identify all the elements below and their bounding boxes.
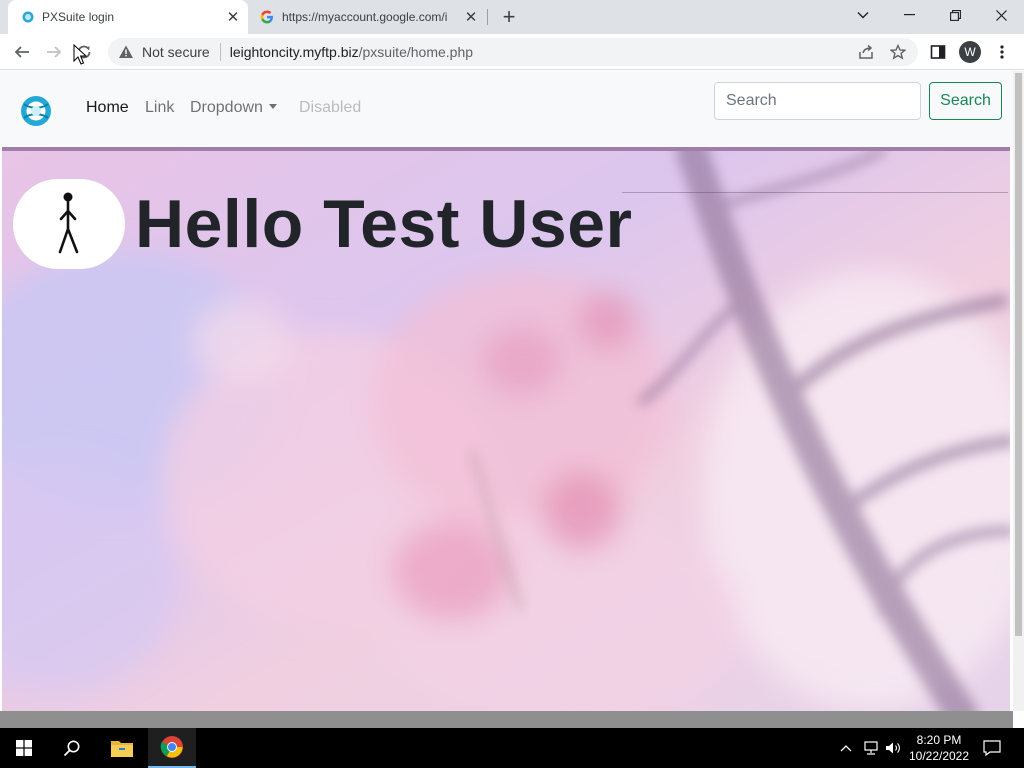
search-button[interactable]: Search	[929, 82, 1002, 120]
page-bottom-bar	[0, 711, 1013, 728]
chevron-up-icon[interactable]	[836, 728, 856, 768]
avatar	[13, 179, 125, 269]
search-input[interactable]	[714, 82, 921, 120]
network-icon[interactable]	[860, 728, 882, 768]
kebab-menu-icon[interactable]	[992, 42, 1012, 62]
system-clock[interactable]: 8:20 PM 10/22/2022	[902, 730, 976, 766]
page-title: Hello Test User	[135, 186, 633, 262]
tab-title: PXSuite login	[42, 10, 115, 24]
close-tab-icon[interactable]: ✕	[222, 6, 244, 28]
address-bar[interactable]: Not secure leightoncity.myftp.biz/pxsuit…	[108, 38, 918, 66]
new-tab-button[interactable]: +	[497, 4, 521, 29]
nav-link-disabled: Disabled	[299, 99, 362, 116]
volume-icon[interactable]	[882, 728, 904, 768]
bookmark-star-icon[interactable]	[888, 42, 908, 62]
page-bottom-corner	[1013, 711, 1024, 728]
tab-title: https://myaccount.google.com/i	[282, 10, 448, 24]
omnibox-separator	[219, 43, 221, 61]
warning-triangle-icon[interactable]	[118, 44, 134, 60]
side-panel-icon[interactable]	[928, 42, 948, 62]
caret-down-icon	[268, 104, 277, 109]
nav-link-link[interactable]: Link	[145, 99, 174, 117]
clock-date: 10/22/2022	[908, 749, 970, 763]
tab-google-account[interactable]: https://myaccount.google.com/i ✕	[250, 0, 486, 34]
search-icon[interactable]	[48, 728, 96, 768]
restore-icon[interactable]	[932, 0, 978, 30]
minimize-icon[interactable]	[886, 0, 932, 30]
web-page: Home Link Dropdown Disabled Search Searc…	[0, 71, 1013, 711]
windows-taskbar: 8:20 PM 10/22/2022	[0, 728, 1024, 768]
nav-dropdown-toggle[interactable]: Dropdown	[190, 99, 277, 117]
tab-search-chevron-icon[interactable]	[840, 0, 886, 30]
url-host: leightoncity.myftp.biz	[229, 44, 359, 60]
tab-strip: PXSuite login ✕ https://myaccount.google…	[0, 0, 1024, 34]
nav-dropdown-label: Dropdown	[190, 99, 263, 116]
clock-time: 8:20 PM	[916, 733, 962, 747]
nav-link-home[interactable]: Home	[86, 99, 129, 117]
tab-divider	[487, 9, 488, 25]
not-secure-label[interactable]: Not secure	[142, 44, 210, 60]
scrollbar-thumb[interactable]	[1015, 73, 1022, 636]
mouse-cursor-icon	[73, 43, 88, 66]
close-window-icon[interactable]	[978, 0, 1024, 30]
close-tab-icon[interactable]: ✕	[460, 6, 482, 28]
brand-logo-icon[interactable]	[20, 95, 52, 127]
tab-pxsuite-login[interactable]: PXSuite login ✕	[8, 0, 248, 34]
forward-arrow-icon[interactable]	[40, 38, 68, 66]
file-explorer-icon[interactable]	[98, 728, 146, 768]
windows-start-icon[interactable]	[0, 728, 48, 768]
hero-banner: Hello Test User	[2, 147, 1010, 711]
google-favicon-icon	[260, 10, 274, 24]
profile-avatar[interactable]: W	[959, 41, 981, 63]
divider	[622, 192, 1008, 193]
notifications-icon[interactable]	[980, 728, 1004, 768]
site-navbar: Home Link Dropdown Disabled Search	[0, 71, 1013, 147]
chrome-taskbar-icon[interactable]	[148, 728, 196, 768]
share-icon[interactable]	[856, 42, 876, 62]
pxsuite-favicon-icon	[22, 11, 34, 23]
back-arrow-icon[interactable]	[8, 38, 36, 66]
stick-figure-icon	[58, 192, 79, 254]
page-scrollbar[interactable]	[1013, 71, 1024, 711]
url-path: /pxsuite/home.php	[358, 44, 474, 60]
browser-toolbar: Not secure leightoncity.myftp.biz/pxsuit…	[0, 34, 1024, 70]
